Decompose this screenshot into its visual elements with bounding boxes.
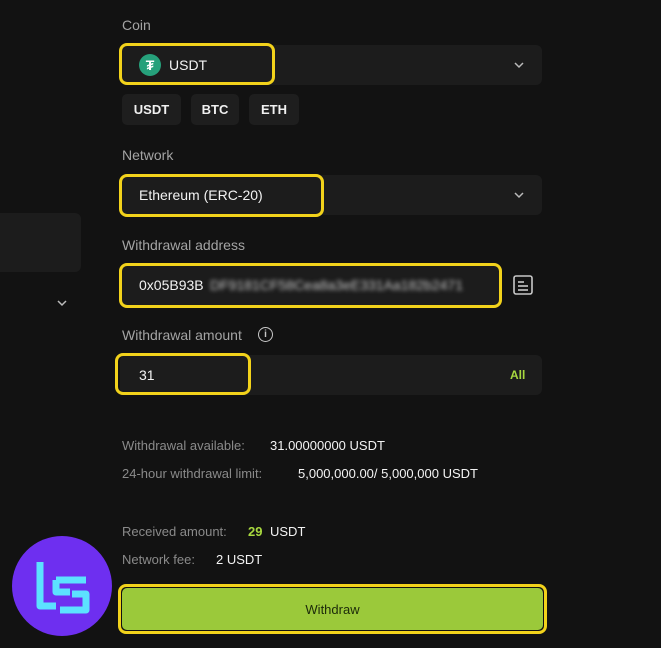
coin-chevron-down-icon[interactable] <box>512 58 526 72</box>
amount-input-highlight <box>115 353 251 395</box>
coin-chip-btc[interactable]: BTC <box>191 94 239 125</box>
network-selected-value: Ethereum (ERC-20) <box>139 187 263 203</box>
tether-icon: ₮ <box>139 54 161 76</box>
fee-label: Network fee: <box>122 552 195 567</box>
coin-chip-usdt[interactable]: USDT <box>122 94 181 125</box>
address-blurred-text: DF9181CF58Cea8a3eE331Aa182b2471 <box>210 277 463 293</box>
address-book-icon[interactable] <box>512 274 534 296</box>
amount-label: Withdrawal amount <box>122 327 242 343</box>
brand-logo <box>12 536 112 636</box>
withdraw-button-label: Withdraw <box>305 601 360 617</box>
withdraw-button[interactable]: Withdraw <box>122 588 543 630</box>
network-label: Network <box>122 147 174 163</box>
received-label: Received amount: <box>122 524 227 539</box>
network-chevron-down-icon[interactable] <box>512 188 526 202</box>
coin-chip-eth[interactable]: ETH <box>249 94 299 125</box>
amount-value: 31 <box>139 367 155 383</box>
coin-selected-value: USDT <box>169 57 208 73</box>
address-label: Withdrawal address <box>122 237 245 253</box>
received-unit: USDT <box>270 524 306 539</box>
side-chevron-down-icon[interactable] <box>55 296 69 310</box>
coin-label: Coin <box>122 17 151 33</box>
limit-label: 24-hour withdrawal limit: <box>122 466 263 481</box>
info-icon[interactable]: i <box>258 327 273 342</box>
received-value: 29 <box>248 524 263 539</box>
available-label: Withdrawal available: <box>122 438 245 453</box>
address-visible-prefix: 0x05B93B <box>139 277 204 293</box>
all-button[interactable]: All <box>510 368 525 382</box>
fee-value: 2 USDT <box>216 552 263 567</box>
side-panel-field[interactable] <box>0 213 81 272</box>
available-value: 31.00000000 USDT <box>270 438 385 453</box>
limit-value: 5,000,000.00/ 5,000,000 USDT <box>298 466 478 481</box>
